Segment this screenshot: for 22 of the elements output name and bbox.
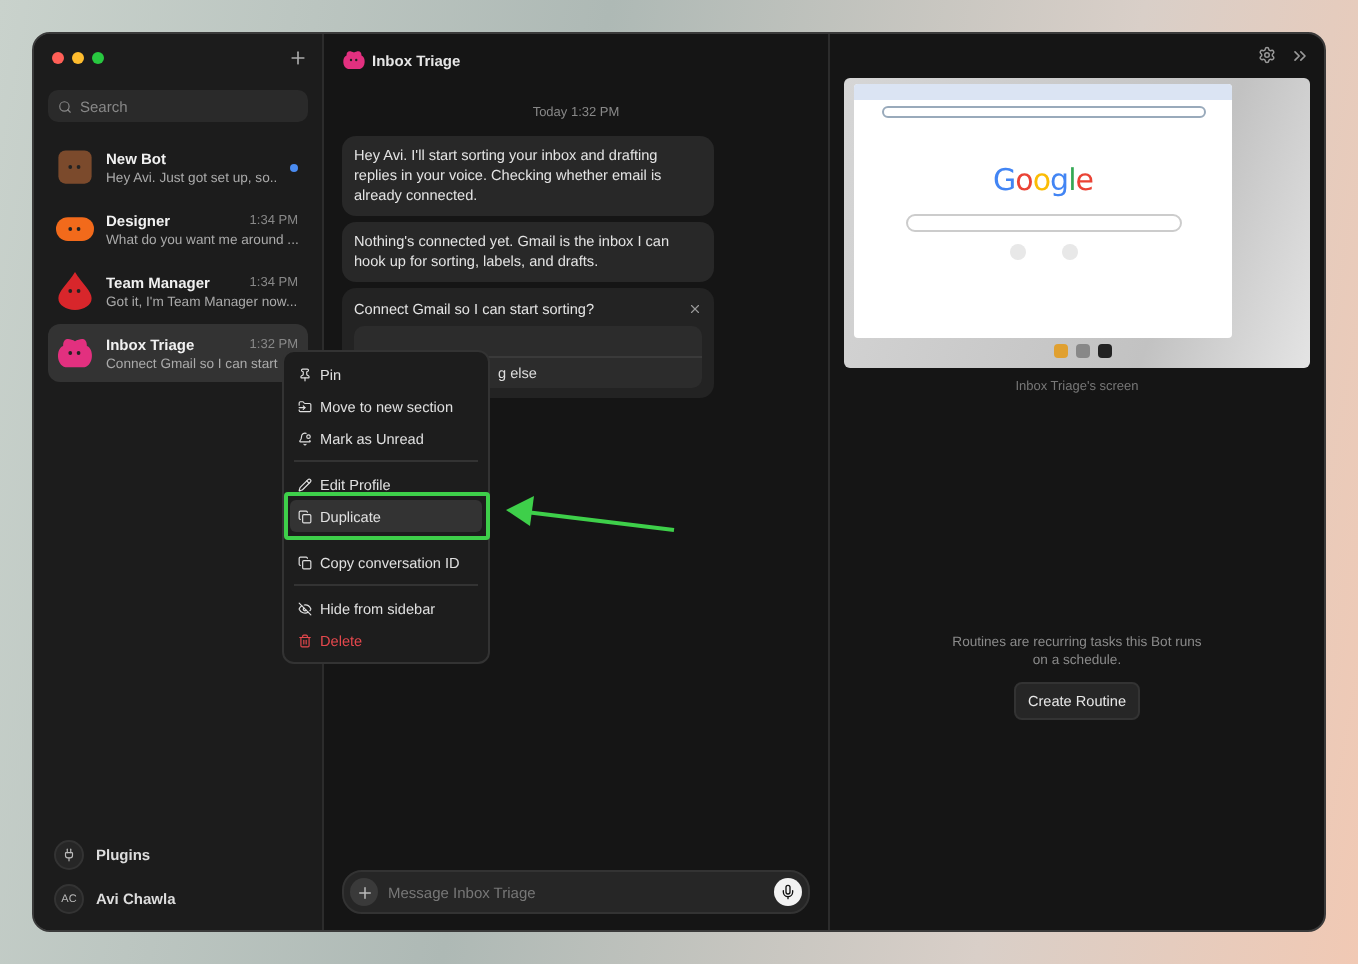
microphone-button[interactable] <box>774 878 802 906</box>
search-icon <box>58 99 72 113</box>
minimize-icon[interactable] <box>72 52 84 64</box>
copy-icon <box>298 555 312 569</box>
pin-icon <box>298 367 312 381</box>
collapse-icon[interactable] <box>1290 46 1310 66</box>
microphone-icon <box>780 884 796 900</box>
search-logo: Google <box>993 162 1093 198</box>
bell-icon <box>298 431 312 445</box>
plug-icon <box>54 840 84 870</box>
close-icon[interactable] <box>52 52 64 64</box>
pencil-icon <box>298 477 312 491</box>
eye-off-icon <box>298 601 312 615</box>
close-icon[interactable] <box>688 302 702 316</box>
settings-icon[interactable] <box>1258 46 1276 64</box>
new-chat-button[interactable] <box>288 48 308 68</box>
attach-button[interactable] <box>350 878 378 906</box>
plus-icon <box>355 883 373 901</box>
maximize-icon[interactable] <box>92 52 104 64</box>
folder-icon <box>298 399 312 413</box>
copy-icon <box>298 509 312 523</box>
trash-icon <box>298 633 312 647</box>
